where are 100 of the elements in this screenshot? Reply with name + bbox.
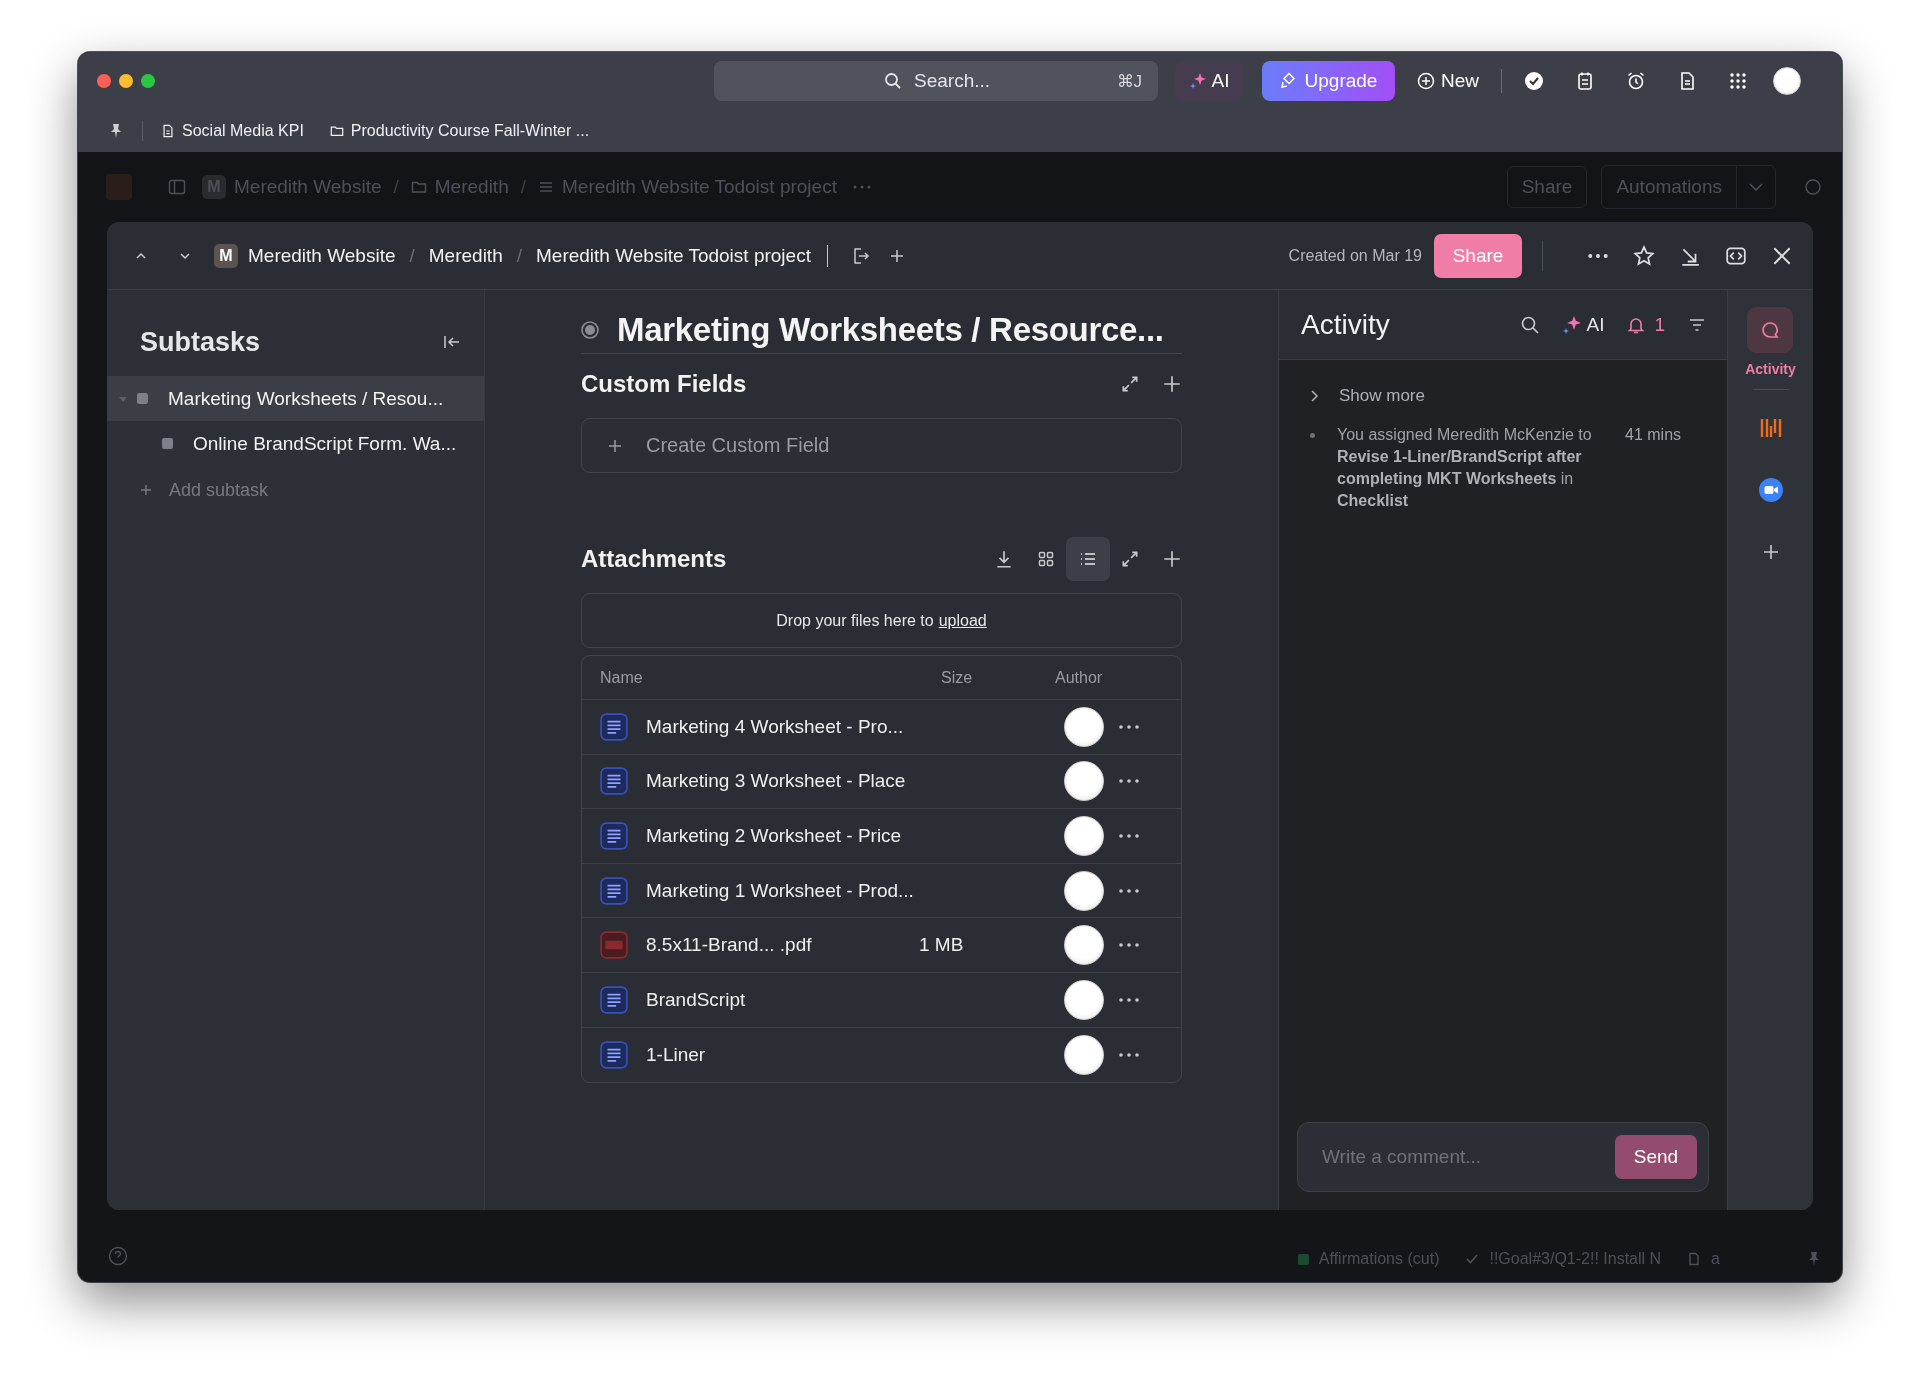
breadcrumb-separator: / [393, 176, 399, 198]
pdf-file-icon [600, 931, 628, 960]
author-avatar [1064, 979, 1104, 1020]
chat-icon [1804, 178, 1822, 196]
subtask-item[interactable]: Online BrandScript Form. Wa... [107, 421, 484, 466]
send-button[interactable]: Send [1615, 1135, 1697, 1179]
plus-icon [1761, 543, 1780, 561]
sparkle-icon [1562, 314, 1583, 335]
upgrade-button[interactable]: Upgrade [1262, 61, 1395, 101]
check-circle-icon[interactable] [1524, 71, 1544, 91]
breadcrumb-link[interactable]: Meredith [428, 244, 503, 267]
attachment-row[interactable]: Marketing 3 Worksheet - Place [582, 754, 1181, 810]
minimize-window-button[interactable] [119, 74, 133, 88]
document-icon [600, 712, 628, 741]
new-button[interactable]: New [1417, 61, 1479, 101]
drop-zone[interactable]: Drop your files here to upload [581, 593, 1182, 648]
more-icon [852, 185, 871, 189]
list-view-button[interactable] [1066, 537, 1110, 581]
document-icon [600, 767, 628, 796]
space-badge: M [214, 243, 238, 268]
show-more-button[interactable]: Show more [1307, 382, 1709, 410]
user-avatar[interactable] [1773, 67, 1801, 95]
search-icon[interactable] [1520, 314, 1541, 335]
share-out-icon[interactable] [851, 246, 870, 265]
breadcrumb-separator: / [409, 244, 415, 267]
more-icon[interactable] [1119, 997, 1139, 1002]
activity-time: 41 mins [1625, 425, 1682, 445]
attachment-row[interactable]: BrandScript [582, 972, 1181, 1028]
file-name: BrandScript [646, 988, 747, 1011]
comment-field[interactable]: Write a comment... [1320, 1145, 1615, 1169]
search-field[interactable]: Search... [912, 69, 1107, 93]
more-icon[interactable] [1119, 888, 1139, 893]
plus-icon[interactable] [1162, 549, 1182, 569]
zoom-window-button[interactable] [141, 74, 155, 88]
author-avatar [1064, 925, 1104, 966]
plus-icon[interactable] [1162, 374, 1182, 394]
star-icon[interactable] [1633, 244, 1655, 267]
grid-icon [1037, 550, 1055, 568]
list-icon [538, 179, 554, 195]
ai-button[interactable]: AI [1562, 313, 1605, 336]
column-header: Author [1054, 668, 1104, 687]
alarm-clock-icon[interactable] [1626, 71, 1646, 91]
document-icon [600, 876, 628, 905]
status-icon[interactable] [581, 320, 599, 339]
breadcrumb-link[interactable]: Meredith Website Todoist project [536, 244, 811, 267]
author-avatar [1064, 870, 1104, 911]
file-name: Marketing 2 Worksheet - Price [646, 825, 903, 847]
shortcut-hint: ⌘J [1116, 70, 1142, 92]
attachment-row[interactable]: 1-Liner [582, 1027, 1181, 1083]
search-bar[interactable]: Search... ⌘J [714, 61, 1158, 101]
expand-icon[interactable] [1120, 374, 1140, 394]
more-icon[interactable] [1119, 943, 1139, 948]
notifications-button[interactable]: 1 [1626, 313, 1665, 336]
file-size: 1 MB [919, 934, 964, 956]
file-name: 1-Liner [646, 1043, 707, 1066]
panel-title: Subtasks [140, 326, 261, 358]
file-name: Marketing 3 Worksheet - Place [646, 770, 907, 793]
comment-box[interactable]: Write a comment... Send [1297, 1122, 1709, 1192]
column-header: Name [600, 668, 644, 687]
close-window-button[interactable] [97, 74, 111, 88]
attachment-row[interactable]: Marketing 1 Worksheet - Prod... [582, 863, 1181, 919]
status-square-icon [162, 438, 173, 449]
expand-icon[interactable] [1120, 549, 1140, 569]
more-icon[interactable] [1119, 1052, 1139, 1057]
sparkle-icon [1188, 72, 1207, 90]
favorite-link[interactable]: Productivity Course Fall-Winter ... [329, 122, 590, 140]
ai-button[interactable]: AI [1175, 61, 1243, 101]
embed-icon[interactable] [1725, 244, 1747, 267]
folder-icon [329, 124, 344, 138]
sidebar-icon [168, 178, 186, 196]
document-icon [600, 1040, 628, 1069]
collapse-icon[interactable] [443, 333, 461, 351]
attachment-row[interactable]: 8.5x11-Brand... .pdf 1 MB [582, 918, 1181, 973]
download-icon[interactable] [994, 549, 1014, 569]
activity-text: You assigned Meredith McKenzie to Revise 1-Liner/BrandScript after completing MKT Worksheets in Checklist [1337, 425, 1593, 511]
document-icon [161, 124, 175, 138]
section-title: Custom Fields [581, 370, 747, 398]
list-icon [1079, 550, 1097, 568]
apps-grid-icon[interactable] [1728, 71, 1748, 91]
checkmark-icon [1465, 1252, 1480, 1266]
file-name: Marketing 4 Worksheet - Pro... [646, 715, 905, 738]
file-name: Marketing 1 Worksheet - Prod... [646, 879, 915, 902]
created-date: Created on Mar 19 [1288, 246, 1422, 265]
document-icon [600, 985, 628, 1014]
folder-icon [410, 179, 427, 195]
chat-bubble-icon [1760, 320, 1781, 340]
more-icon[interactable] [1119, 724, 1139, 729]
more-icon[interactable] [1119, 779, 1139, 784]
breadcrumb-link[interactable]: Meredith Website [248, 244, 396, 267]
more-icon[interactable] [1119, 834, 1139, 838]
author-avatar [1064, 816, 1104, 856]
drop-zone-text: Drop your files here to [776, 611, 934, 630]
notepad-icon[interactable] [1575, 71, 1595, 91]
subtask-item[interactable]: Marketing Worksheets / Resou... [107, 376, 484, 421]
favorite-link[interactable]: Social Media KPI [161, 122, 304, 140]
attachment-row[interactable]: Marketing 2 Worksheet - Price [582, 809, 1181, 864]
task-title: Marketing Worksheets / Resource... [617, 310, 1164, 349]
create-custom-field-button[interactable]: Create Custom Field [581, 418, 1182, 473]
attachment-row[interactable]: Marketing 4 Worksheet - Pro... [582, 700, 1181, 755]
upload-link[interactable]: upload [938, 611, 987, 630]
